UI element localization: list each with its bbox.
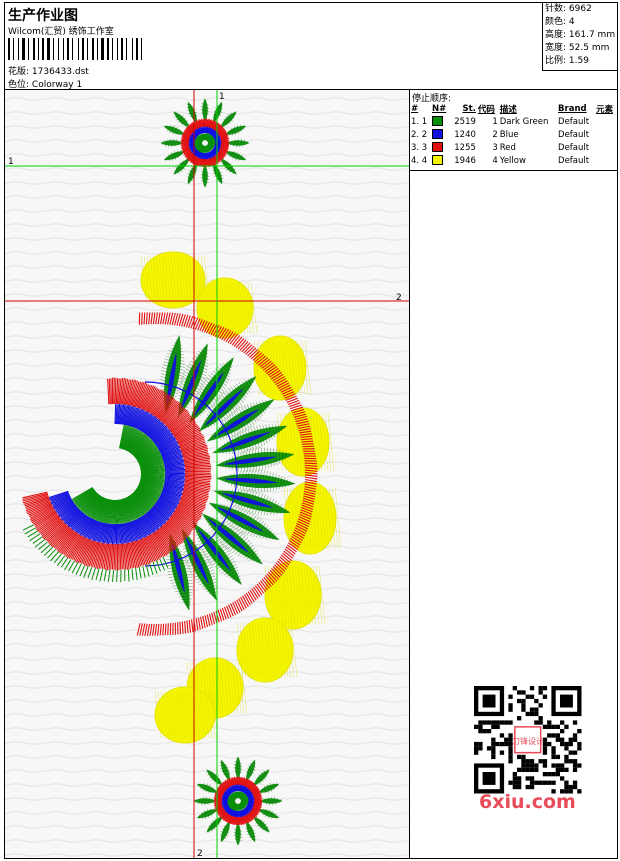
colorway-line: 色位: Colorway 1: [8, 77, 82, 90]
pattern-line: 花版: 1736433.dst: [8, 64, 89, 77]
color-table: # N# St. 代码 描述 Brand 元素 1. 1 2519 1 Dark…: [410, 102, 617, 167]
guide-h1-label: 1: [8, 157, 14, 167]
table-row[interactable]: 2. 2 1240 2 Blue Default: [410, 128, 617, 141]
stats-box: 针数: 6962 颜色: 4 高度: 161.7 mm 宽度: 52.5 mm …: [542, 3, 617, 71]
table-row[interactable]: 3. 3 1255 3 Red Default: [410, 141, 617, 154]
col-brand: Brand: [558, 103, 587, 114]
col-code: 代码: [477, 104, 495, 115]
qr-code: 刀锋设计: [471, 683, 585, 797]
color-swatch: [431, 155, 443, 166]
watermark-text: 6xiu.com: [479, 791, 576, 813]
colorway-value: Colorway 1: [31, 80, 83, 90]
sheet-header: 生产作业图 Wilcom(汇贸) 绣饰工作室 花版: 1736433.dst 色…: [5, 3, 617, 90]
sheet-title: 生产作业图: [8, 8, 78, 24]
stat-colors: 颜色: 4: [545, 17, 575, 27]
embroidery-design: 1 2 1 2: [5, 90, 409, 858]
guide-v1-label: 1: [219, 92, 225, 102]
col-index: #: [411, 103, 419, 114]
color-swatch: [431, 142, 443, 153]
color-swatch: [431, 116, 443, 127]
table-row[interactable]: 1. 1 2519 1 Dark Green Default: [410, 115, 617, 128]
guide-h2-label: 2: [396, 293, 402, 303]
stat-scale: 比例: 1.59: [545, 56, 589, 66]
col-element: 元素: [596, 104, 614, 115]
color-swatch: [431, 129, 443, 140]
col-stitches: St.: [462, 103, 476, 114]
color-sequence-panel: 停止顺序: # N# St. 代码 描述 Brand 元素 1. 1 2519: [410, 90, 617, 171]
qr-center-label: 刀锋设计: [512, 736, 544, 746]
col-description: 描述: [499, 104, 517, 115]
pattern-value: 1736433.dst: [31, 67, 89, 77]
barcode: [8, 38, 142, 60]
production-sheet: 生产作业图 Wilcom(汇贸) 绣饰工作室 花版: 1736433.dst 色…: [4, 2, 618, 859]
color-table-header: # N# St. 代码 描述 Brand 元素: [410, 102, 617, 115]
company-name: Wilcom(汇贸) 绣饰工作室: [8, 27, 114, 37]
design-canvas[interactable]: 1 2 1 2: [5, 90, 410, 858]
guide-v2-label: 2: [197, 849, 203, 858]
col-number: N#: [431, 103, 447, 114]
stat-width: 宽度: 52.5 mm: [545, 43, 610, 53]
colorway-label: 色位:: [8, 80, 30, 90]
stat-height: 高度: 161.7 mm: [545, 30, 616, 40]
pattern-label: 花版:: [8, 67, 30, 77]
table-row[interactable]: 4. 4 1946 4 Yellow Default: [410, 154, 617, 167]
stat-stitches: 针数: 6962: [545, 4, 592, 14]
